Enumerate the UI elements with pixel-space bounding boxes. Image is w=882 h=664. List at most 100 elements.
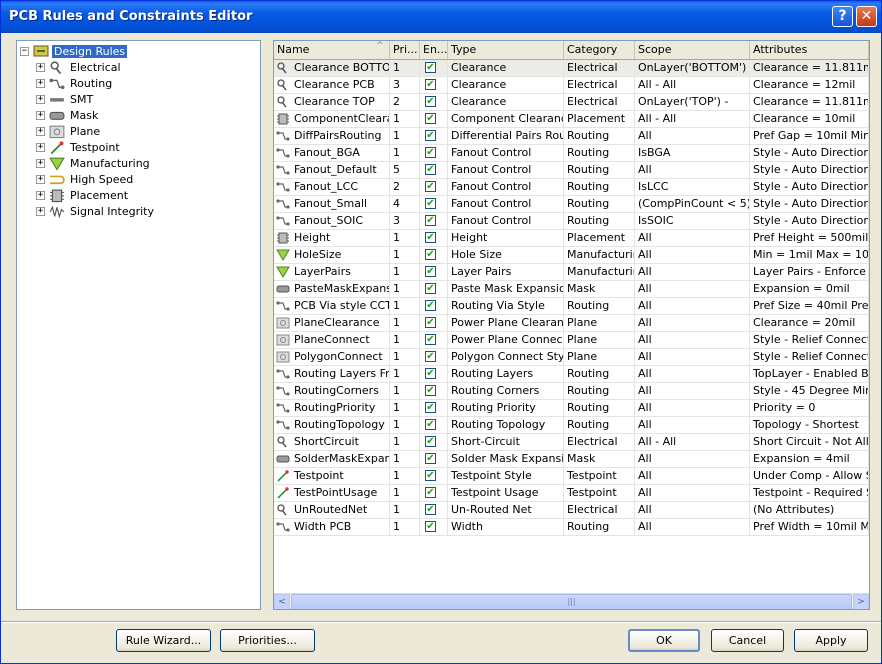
category-cell[interactable]: Electrical — [564, 77, 635, 93]
category-cell[interactable]: Plane — [564, 315, 635, 331]
category-cell[interactable]: Electrical — [564, 434, 635, 450]
scope-cell[interactable]: All — [635, 502, 750, 518]
priority-cell[interactable]: 1 — [390, 417, 420, 433]
tree-expander-icon[interactable]: + — [36, 174, 45, 184]
category-cell[interactable]: Testpoint — [564, 485, 635, 501]
enabled-checkbox[interactable]: ✔ — [425, 249, 436, 260]
priority-cell[interactable]: 1 — [390, 451, 420, 467]
table-row[interactable]: Testpoint 1 ✔ Testpoint Style Testpoint All Un… — [274, 468, 869, 485]
attributes-cell[interactable]: (No Attributes) — [750, 502, 869, 518]
enabled-checkbox[interactable]: ✔ — [425, 181, 436, 192]
rule-name-cell[interactable]: Clearance PCB — [274, 77, 390, 93]
priority-cell[interactable]: 1 — [390, 485, 420, 501]
category-cell[interactable]: Testpoint — [564, 468, 635, 484]
type-cell[interactable]: Component Clearance — [448, 111, 564, 127]
priority-cell[interactable]: 4 — [390, 196, 420, 212]
table-row[interactable]: RoutingPriority 1 ✔ Routing Priority Routing… — [274, 400, 869, 417]
tree-expander-icon[interactable]: + — [36, 190, 45, 200]
enabled-checkbox[interactable]: ✔ — [425, 215, 436, 226]
type-cell[interactable]: Width — [448, 519, 564, 535]
enabled-checkbox[interactable]: ✔ — [425, 470, 436, 481]
enabled-checkbox[interactable]: ✔ — [425, 164, 436, 175]
priority-cell[interactable]: 3 — [390, 213, 420, 229]
scope-cell[interactable]: All — [635, 519, 750, 535]
column-header-type[interactable]: Type — [448, 41, 564, 59]
priority-cell[interactable]: 1 — [390, 468, 420, 484]
tree-expander-icon[interactable]: + — [36, 94, 45, 104]
type-cell[interactable]: Power Plane Clearance — [448, 315, 564, 331]
rule-name-cell[interactable]: PlaneClearance — [274, 315, 390, 331]
table-row[interactable]: HoleSize 1 ✔ Hole SizeManufacturingAllMin =… — [274, 247, 869, 264]
rule-name-cell[interactable]: Clearance BOTTOM — [274, 60, 390, 76]
table-row[interactable]: RoutingTopology 1 ✔ Routing Topology Routing… — [274, 417, 869, 434]
enabled-checkbox[interactable]: ✔ — [425, 79, 436, 90]
tree-item-mask[interactable]: + Mask — [36, 107, 100, 123]
rule-name-cell[interactable]: LayerPairs — [274, 264, 390, 280]
rule-name-cell[interactable]: HoleSize — [274, 247, 390, 263]
priority-cell[interactable]: 1 — [390, 315, 420, 331]
category-cell[interactable]: Placement — [564, 230, 635, 246]
priority-cell[interactable]: 3 — [390, 77, 420, 93]
type-cell[interactable]: Routing Corners — [448, 383, 564, 399]
rule-name-cell[interactable]: PlaneConnect — [274, 332, 390, 348]
table-row[interactable]: Fanout_LCC 2 ✔ Fanout Control Routing IsLCC St… — [274, 179, 869, 196]
scroll-right-button[interactable]: > — [853, 594, 869, 609]
scope-cell[interactable]: All - All — [635, 77, 750, 93]
scroll-thumb[interactable]: ||| — [291, 594, 852, 609]
tree-expander-icon[interactable]: + — [36, 158, 45, 168]
enabled-checkbox[interactable]: ✔ — [425, 113, 436, 124]
horizontal-scrollbar[interactable]: < ||| > — [274, 593, 869, 609]
attributes-cell[interactable]: Clearance = 10mil — [750, 111, 869, 127]
category-cell[interactable]: Mask — [564, 451, 635, 467]
scope-cell[interactable]: All - All — [635, 434, 750, 450]
tree-expander-icon[interactable]: + — [36, 62, 45, 72]
attributes-cell[interactable]: TopLayer - Enabled Bottom — [750, 366, 869, 382]
rule-name-cell[interactable]: PolygonConnect — [274, 349, 390, 365]
tree-item-high-speed[interactable]: + High Speed — [36, 171, 135, 187]
tree-expander-icon[interactable]: + — [36, 78, 45, 88]
category-cell[interactable]: Routing — [564, 366, 635, 382]
category-cell[interactable]: Routing — [564, 213, 635, 229]
table-row[interactable]: Height 1 ✔ Height Placement All Pref Height = … — [274, 230, 869, 247]
type-cell[interactable]: Clearance — [448, 77, 564, 93]
enabled-checkbox[interactable]: ✔ — [425, 368, 436, 379]
enabled-checkbox[interactable]: ✔ — [425, 385, 436, 396]
table-row[interactable]: Clearance TOP 2 ✔ Clearance Electrical OnLaye… — [274, 94, 869, 111]
enabled-checkbox[interactable]: ✔ — [425, 487, 436, 498]
rules-grid[interactable]: Name ^ Pri... En... Type Category Scope Attribu… — [273, 40, 870, 610]
type-cell[interactable]: Fanout Control — [448, 213, 564, 229]
type-cell[interactable]: Fanout Control — [448, 145, 564, 161]
scope-cell[interactable]: All — [635, 451, 750, 467]
table-row[interactable]: ComponentClearanc1 ✔ Component ClearancePl… — [274, 111, 869, 128]
tree-expander-icon[interactable]: + — [36, 142, 45, 152]
attributes-cell[interactable]: Style - Auto Direction - — [750, 162, 869, 178]
enabled-checkbox[interactable]: ✔ — [425, 96, 436, 107]
close-button[interactable]: ✕ — [856, 6, 877, 27]
priority-cell[interactable]: 1 — [390, 281, 420, 297]
attributes-cell[interactable]: Style - 45 Degree Min Se — [750, 383, 869, 399]
tree-expander-icon[interactable]: + — [36, 206, 45, 216]
priority-cell[interactable]: 1 — [390, 298, 420, 314]
table-row[interactable]: PlaneClearance 1 ✔ Power Plane ClearancePla… — [274, 315, 869, 332]
scope-cell[interactable]: All — [635, 349, 750, 365]
enabled-checkbox[interactable]: ✔ — [425, 300, 436, 311]
attributes-cell[interactable]: Pref Width = 10mil Min W — [750, 519, 869, 535]
priority-cell[interactable]: 1 — [390, 366, 420, 382]
category-cell[interactable]: Plane — [564, 349, 635, 365]
enabled-checkbox[interactable]: ✔ — [425, 62, 436, 73]
rule-name-cell[interactable]: Fanout_Default — [274, 162, 390, 178]
rule-name-cell[interactable]: Width PCB — [274, 519, 390, 535]
type-cell[interactable]: Clearance — [448, 94, 564, 110]
type-cell[interactable]: Routing Topology — [448, 417, 564, 433]
scope-cell[interactable]: All — [635, 332, 750, 348]
enabled-checkbox[interactable]: ✔ — [425, 232, 436, 243]
type-cell[interactable]: Paste Mask Expansion — [448, 281, 564, 297]
priority-cell[interactable]: 1 — [390, 434, 420, 450]
scope-cell[interactable]: OnLayer('BOTTOM') - — [635, 60, 750, 76]
type-cell[interactable]: Testpoint Usage — [448, 485, 564, 501]
priority-cell[interactable]: 1 — [390, 383, 420, 399]
priority-cell[interactable]: 1 — [390, 332, 420, 348]
table-row[interactable]: SolderMaskExpansio1 ✔ Solder Mask Expansio… — [274, 451, 869, 468]
table-row[interactable]: PasteMaskExpansio1 ✔ Paste Mask ExpansionM… — [274, 281, 869, 298]
scope-cell[interactable]: All — [635, 468, 750, 484]
